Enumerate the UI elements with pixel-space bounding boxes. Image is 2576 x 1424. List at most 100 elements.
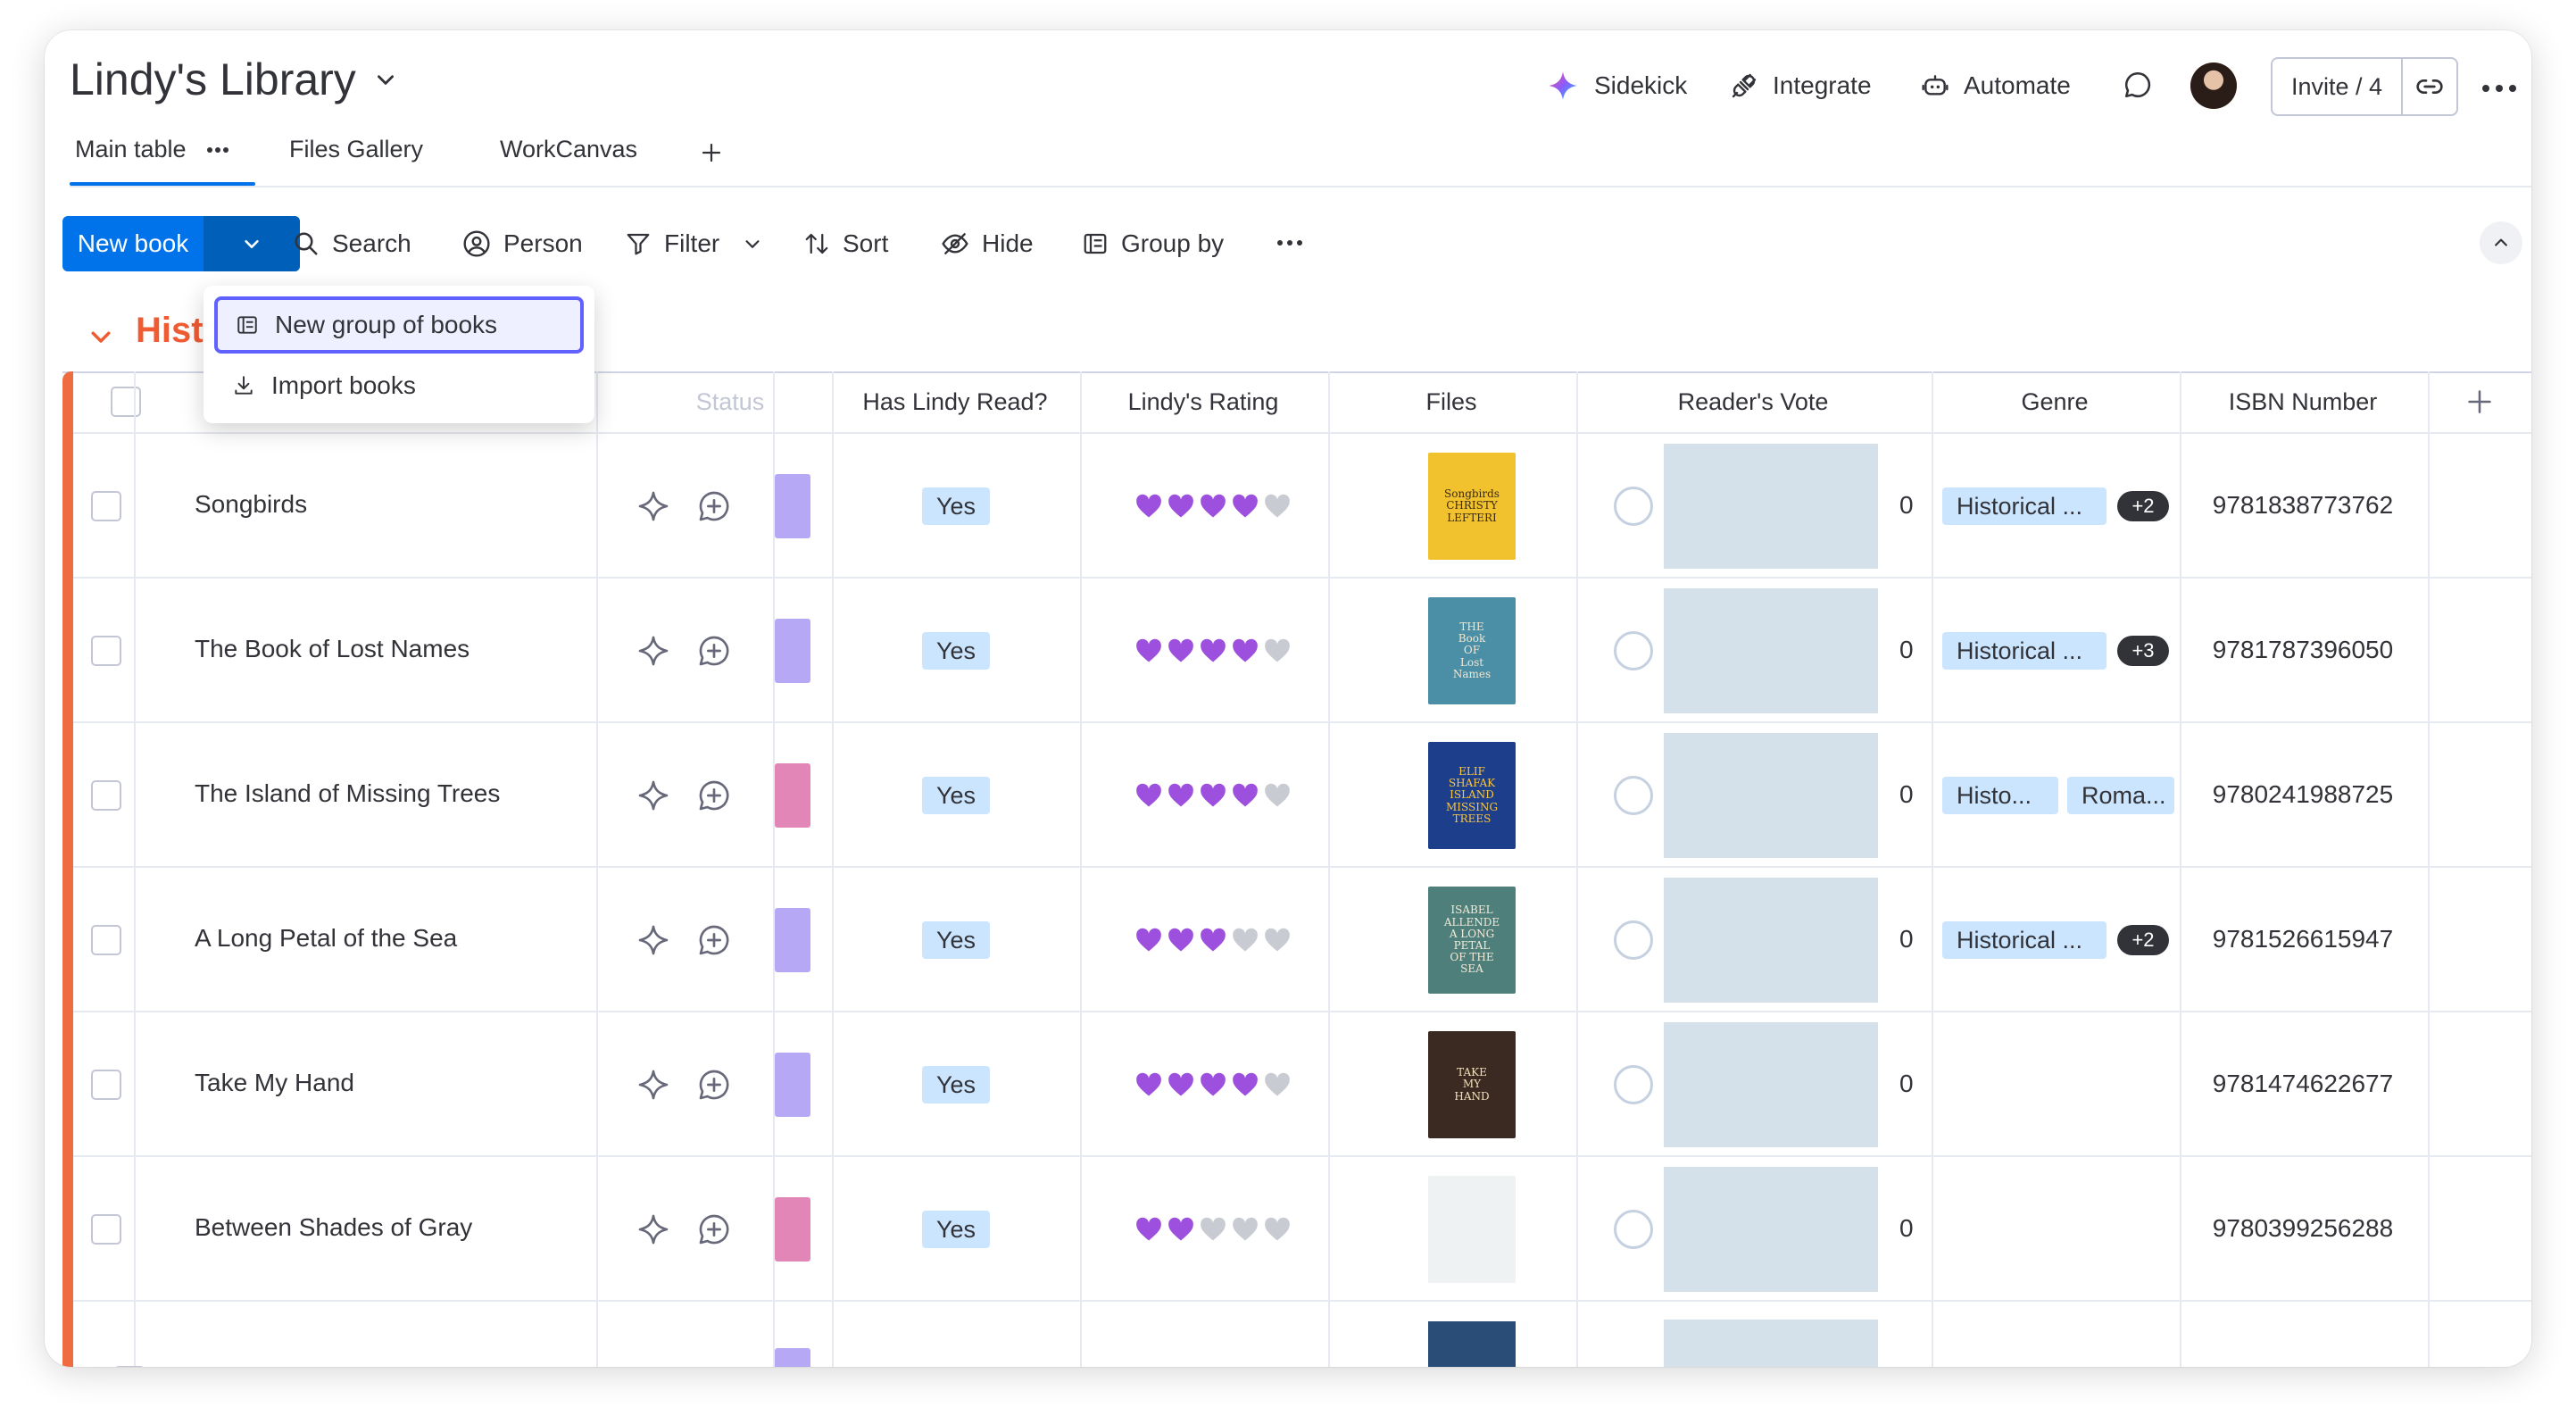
heart-empty-icon[interactable]: [1200, 1217, 1226, 1242]
heart-filled-icon[interactable]: [1168, 1217, 1194, 1242]
heart-filled-icon[interactable]: [1135, 783, 1162, 808]
has-read-label[interactable]: Yes: [922, 777, 990, 814]
vote-button[interactable]: [1614, 487, 1653, 526]
heart-filled-icon[interactable]: [1200, 494, 1226, 519]
sort-button[interactable]: Sort: [803, 221, 888, 266]
ai-assist-button[interactable]: [636, 488, 671, 524]
column-header-isbn[interactable]: ISBN Number: [2180, 371, 2426, 432]
row-checkbox[interactable]: [91, 780, 121, 811]
ai-assist-button[interactable]: [636, 922, 671, 958]
invite-button[interactable]: Invite / 4: [2273, 59, 2403, 114]
book-title[interactable]: Between Shades of Gray: [195, 1213, 472, 1242]
genre-more-badge[interactable]: +2: [2117, 925, 2169, 955]
tab-options-icon[interactable]: [206, 146, 229, 154]
add-update-button[interactable]: [696, 633, 732, 669]
book-title[interactable]: A Long Petal of the Sea: [195, 924, 457, 953]
book-cover-thumbnail[interactable]: Songbirds CHRISTY LEFTERI: [1428, 453, 1516, 560]
heart-empty-icon[interactable]: [1264, 494, 1291, 519]
copy-link-button[interactable]: [2403, 59, 2456, 114]
genre-tag[interactable]: Roma...: [2067, 777, 2174, 814]
heart-empty-icon[interactable]: [1264, 1217, 1291, 1242]
status-cell[interactable]: [775, 1053, 810, 1117]
has-read-label[interactable]: Yes: [922, 487, 990, 525]
isbn-value[interactable]: 9781838773762: [2180, 491, 2426, 520]
isbn-value[interactable]: 9781474622677: [2180, 1070, 2426, 1098]
book-cover-thumbnail[interactable]: [1428, 1176, 1516, 1283]
has-read-label[interactable]: Yes: [922, 921, 990, 959]
genre-more-badge[interactable]: +2: [2117, 491, 2169, 521]
book-title[interactable]: Take My Hand: [195, 1069, 354, 1097]
board-title[interactable]: Lindy's Library: [70, 54, 397, 105]
heart-filled-icon[interactable]: [1135, 928, 1162, 953]
filter-button[interactable]: Filter: [625, 221, 762, 266]
column-header-rating[interactable]: Lindy's Rating: [1080, 371, 1326, 432]
column-header-vote[interactable]: Reader's Vote: [1576, 371, 1930, 432]
heart-filled-icon[interactable]: [1168, 1072, 1194, 1097]
isbn-value[interactable]: 9781526615947: [2180, 925, 2426, 953]
tab-workcanvas[interactable]: WorkCanvas: [500, 136, 637, 163]
sidekick-button[interactable]: Sidekick: [1546, 66, 1687, 105]
genre-tag[interactable]: Historical ...: [1942, 632, 2107, 670]
book-title[interactable]: The Island of Missing Trees: [195, 779, 500, 808]
heart-filled-icon[interactable]: [1200, 928, 1226, 953]
chevron-down-icon[interactable]: [374, 68, 397, 91]
vote-button[interactable]: [1614, 920, 1653, 960]
heart-filled-icon[interactable]: [1232, 783, 1259, 808]
heart-filled-icon[interactable]: [1168, 928, 1194, 953]
chevron-down-icon[interactable]: [743, 234, 762, 254]
genre-more-badge[interactable]: +3: [2117, 636, 2169, 666]
add-column-button[interactable]: [2428, 371, 2531, 432]
genre-tag[interactable]: Historical ...: [1942, 487, 2107, 525]
heart-filled-icon[interactable]: [1200, 638, 1226, 663]
new-book-button[interactable]: New book: [62, 216, 204, 271]
person-filter-button[interactable]: Person: [462, 221, 583, 266]
heart-filled-icon[interactable]: [1200, 1072, 1226, 1097]
import-menu-item[interactable]: Import books: [214, 357, 584, 414]
status-cell[interactable]: [775, 763, 810, 828]
toolbar-more-button[interactable]: [1276, 239, 1303, 246]
heart-filled-icon[interactable]: [1135, 638, 1162, 663]
heart-filled-icon[interactable]: [1168, 638, 1194, 663]
more-menu-button[interactable]: [2481, 84, 2517, 93]
group-by-button[interactable]: Group by: [1082, 221, 1224, 266]
status-cell[interactable]: [775, 474, 810, 538]
add-update-button[interactable]: [696, 922, 732, 958]
heart-empty-icon[interactable]: [1264, 783, 1291, 808]
ai-assist-button[interactable]: [636, 1212, 671, 1247]
partial-row-checkbox[interactable]: [114, 1366, 145, 1367]
updates-button[interactable]: [2123, 70, 2153, 100]
heart-filled-icon[interactable]: [1232, 494, 1259, 519]
genre-tag[interactable]: Historical ...: [1942, 921, 2107, 959]
isbn-value[interactable]: 9780399256288: [2180, 1214, 2426, 1243]
ai-assist-button[interactable]: [636, 778, 671, 813]
book-title[interactable]: Songbirds: [195, 490, 307, 519]
heart-filled-icon[interactable]: [1135, 1217, 1162, 1242]
ai-assist-button[interactable]: [636, 1067, 671, 1103]
heart-empty-icon[interactable]: [1232, 928, 1259, 953]
heart-filled-icon[interactable]: [1232, 638, 1259, 663]
vote-button[interactable]: [1614, 631, 1653, 670]
add-view-button[interactable]: [702, 143, 721, 162]
add-update-button[interactable]: [696, 1212, 732, 1247]
add-update-button[interactable]: [696, 1067, 732, 1103]
column-header-files[interactable]: Files: [1328, 371, 1575, 432]
row-checkbox[interactable]: [91, 491, 121, 521]
column-header-genre[interactable]: Genre: [1932, 371, 2178, 432]
integrate-button[interactable]: Integrate: [1730, 66, 1872, 105]
heart-empty-icon[interactable]: [1264, 928, 1291, 953]
collapse-header-button[interactable]: [2480, 221, 2522, 264]
vote-button[interactable]: [1614, 1065, 1653, 1104]
add-update-button[interactable]: [696, 778, 732, 813]
column-header-has-read[interactable]: Has Lindy Read?: [832, 371, 1078, 432]
avatar[interactable]: [2190, 62, 2237, 109]
ai-assist-button[interactable]: [636, 633, 671, 669]
heart-filled-icon[interactable]: [1168, 494, 1194, 519]
book-title[interactable]: The Book of Lost Names: [195, 635, 469, 663]
row-checkbox[interactable]: [91, 925, 121, 955]
tab-files-gallery[interactable]: Files Gallery: [289, 136, 423, 163]
row-checkbox[interactable]: [91, 1070, 121, 1100]
automate-button[interactable]: Automate: [1921, 66, 2071, 105]
has-read-label[interactable]: Yes: [922, 1211, 990, 1248]
select-all-checkbox[interactable]: [111, 387, 141, 417]
heart-filled-icon[interactable]: [1232, 1072, 1259, 1097]
